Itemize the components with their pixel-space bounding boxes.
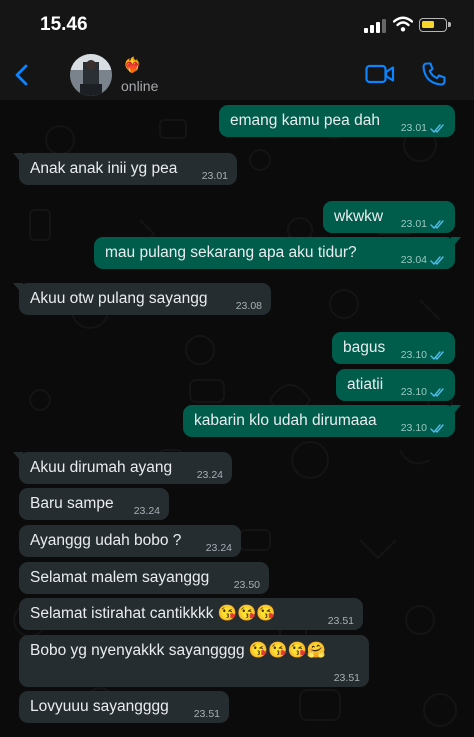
outgoing-message[interactable]: atiatii 23.10 bbox=[336, 369, 455, 401]
incoming-message[interactable]: Baru sampe 23.24 bbox=[19, 488, 169, 520]
message-time: 23.50 bbox=[233, 579, 260, 591]
chat-area[interactable]: emang kamu pea dah 23.01 Anak anak inii … bbox=[0, 100, 474, 737]
message-text: Selamat malem sayanggg bbox=[30, 569, 210, 586]
phone-icon[interactable] bbox=[421, 61, 447, 87]
message-time: 23.10 bbox=[400, 422, 427, 434]
message-text: emang kamu pea dah bbox=[230, 112, 380, 129]
message-text: kabarin klo udah dirumaaa bbox=[194, 412, 377, 429]
message-text: Baru sampe bbox=[30, 495, 114, 512]
contact-status: online bbox=[121, 78, 159, 94]
incoming-message[interactable]: Akuu otw pulang sayangg 23.08 bbox=[13, 283, 271, 315]
heart-on-fire-icon: ❤️‍🔥 bbox=[123, 57, 142, 74]
bubble-tail bbox=[13, 153, 23, 165]
message-text: atiatii bbox=[347, 376, 384, 393]
message-time: 23.24 bbox=[133, 505, 160, 517]
message-text: bagus bbox=[343, 339, 386, 356]
bubble-tail bbox=[13, 283, 23, 295]
message-time: 23.10 bbox=[400, 349, 427, 361]
message-text: Akuu dirumah ayang bbox=[30, 459, 173, 476]
message-text: Lovyuuu sayangggg bbox=[30, 698, 169, 715]
message-time: 23.51 bbox=[193, 708, 220, 720]
battery-icon bbox=[419, 18, 451, 32]
incoming-message[interactable]: Akuu dirumah ayang 23.24 bbox=[13, 452, 232, 484]
message-text: Akuu otw pulang sayangg bbox=[30, 290, 208, 307]
message-time: 23.01 bbox=[400, 218, 427, 230]
signal-icon bbox=[364, 19, 386, 33]
status-time: 15.46 bbox=[40, 14, 88, 35]
incoming-message[interactable]: Selamat istirahat cantikkkk 😘😘😘 23.51 bbox=[19, 598, 363, 630]
bubble-tail bbox=[13, 452, 23, 464]
double-check-icon bbox=[430, 124, 444, 134]
incoming-message[interactable]: Ayanggg udah bobo ? 23.24 bbox=[19, 525, 241, 557]
message-time: 23.08 bbox=[235, 300, 262, 312]
double-check-icon bbox=[430, 424, 444, 434]
double-check-icon bbox=[430, 351, 444, 361]
double-check-icon bbox=[430, 388, 444, 398]
message-time: 23.01 bbox=[400, 122, 427, 134]
message-time: 23.24 bbox=[205, 542, 232, 554]
outgoing-message[interactable]: bagus 23.10 bbox=[332, 332, 455, 364]
wifi-icon bbox=[393, 16, 413, 32]
message-text: mau pulang sekarang apa aku tidur? bbox=[105, 244, 357, 261]
video-call-icon[interactable] bbox=[365, 63, 395, 85]
incoming-message[interactable]: Bobo yg nyenyakkk sayangggg 😘😘😘🤗 23.51 bbox=[19, 635, 369, 687]
chat-header: ❤️‍🔥 online bbox=[0, 50, 474, 100]
message-text: Selamat istirahat cantikkkk 😘😘😘 bbox=[30, 605, 276, 622]
bubble-tail bbox=[451, 237, 461, 249]
double-check-icon bbox=[430, 256, 444, 266]
message-text: wkwkw bbox=[334, 208, 384, 225]
incoming-message[interactable]: Anak anak inii yg pea 23.01 bbox=[13, 153, 237, 185]
message-time: 23.51 bbox=[327, 615, 354, 627]
message-time: 23.04 bbox=[400, 254, 427, 266]
incoming-message[interactable]: Lovyuuu sayangggg 23.51 bbox=[19, 691, 229, 723]
message-time: 23.01 bbox=[201, 170, 228, 182]
message-text: Bobo yg nyenyakkk sayangggg 😘😘😘🤗 bbox=[30, 642, 327, 659]
message-text: Anak anak inii yg pea bbox=[30, 160, 178, 177]
outgoing-message[interactable]: mau pulang sekarang apa aku tidur? 23.04 bbox=[94, 237, 461, 269]
message-time: 23.24 bbox=[196, 469, 223, 481]
outgoing-message[interactable]: wkwkw 23.01 bbox=[323, 201, 455, 233]
message-time: 23.51 bbox=[333, 672, 360, 684]
outgoing-message[interactable]: emang kamu pea dah 23.01 bbox=[219, 105, 455, 137]
message-time: 23.10 bbox=[400, 386, 427, 398]
back-chevron-icon[interactable] bbox=[10, 62, 36, 88]
status-bar: 15.46 bbox=[0, 0, 474, 50]
double-check-icon bbox=[430, 220, 444, 230]
incoming-message[interactable]: Selamat malem sayanggg 23.50 bbox=[19, 562, 269, 594]
outgoing-message[interactable]: kabarin klo udah dirumaaa 23.10 bbox=[183, 405, 461, 437]
message-text: Ayanggg udah bobo ? bbox=[30, 532, 182, 549]
avatar[interactable] bbox=[70, 54, 112, 96]
bubble-tail bbox=[451, 405, 461, 417]
